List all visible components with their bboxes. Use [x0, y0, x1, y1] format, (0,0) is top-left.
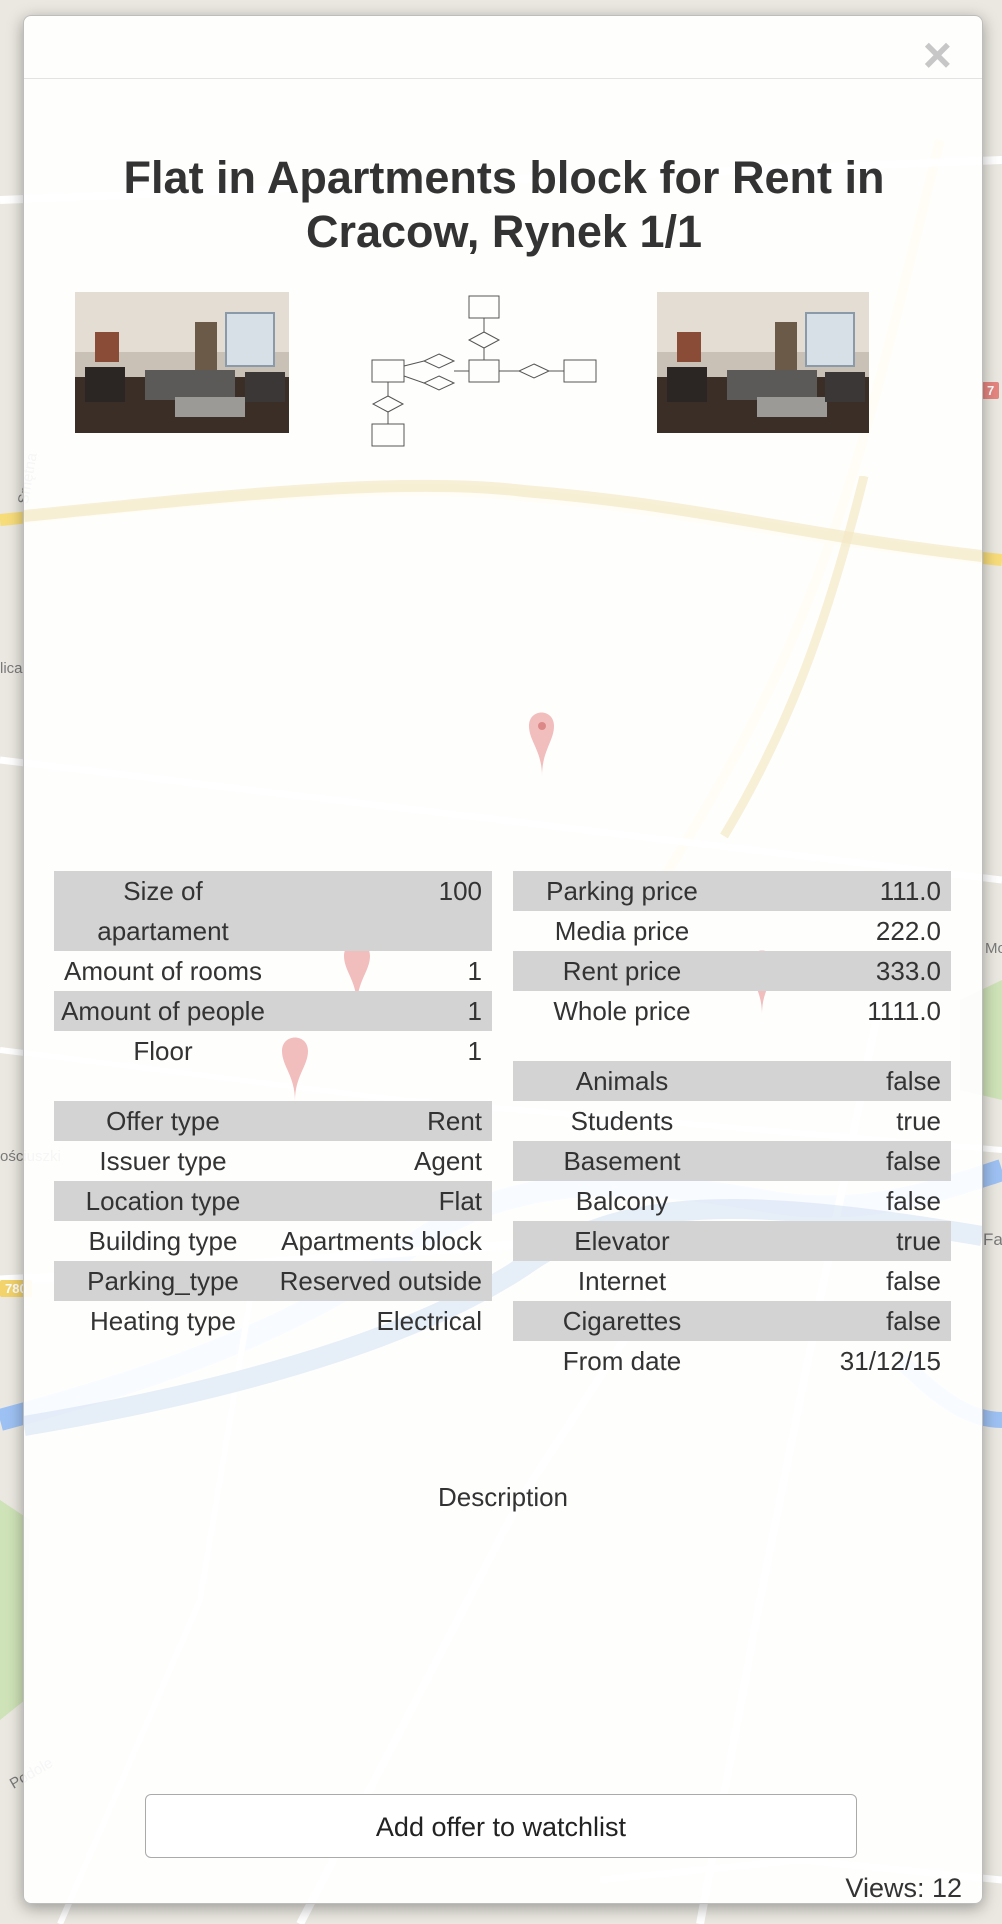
detail-row: Cigarettes false	[513, 1301, 951, 1341]
map-label: Mogilska	[985, 940, 1002, 957]
detail-label: From date	[562, 1346, 682, 1376]
detail-value: Agent	[414, 1146, 482, 1176]
detail-row: Basement false	[513, 1141, 951, 1181]
detail-value: false	[886, 1186, 941, 1216]
detail-label: Amount of people	[54, 991, 272, 1031]
detail-value: 333.0	[731, 951, 951, 991]
detail-value: Apartments block	[281, 1226, 482, 1256]
map-label: lica	[0, 660, 23, 677]
detail-value: 100	[272, 871, 492, 951]
detail-value: Flat	[272, 1181, 492, 1221]
detail-label: Location type	[54, 1181, 272, 1221]
detail-label: Media price	[554, 916, 690, 946]
modal-header: ×	[24, 16, 982, 80]
page-title: Flat in Apartments block for Rent in Cra…	[123, 152, 885, 257]
detail-row: Internet false	[513, 1261, 951, 1301]
detail-label: Size of apartament	[54, 871, 272, 951]
detail-value: 1	[467, 1036, 482, 1066]
detail-value: false	[886, 1266, 941, 1296]
row-spacer-cell	[54, 1071, 492, 1101]
road-number: 7	[982, 382, 1000, 399]
detail-label: Whole price	[553, 996, 691, 1026]
detail-value: 222.0	[875, 916, 941, 946]
details-table-left: Size of apartament 100 Amount of rooms 1 Amo…	[54, 871, 492, 1341]
detail-value: true	[731, 1221, 951, 1261]
detail-row: Heating type Electrical	[54, 1301, 492, 1341]
detail-row: Elevator true	[513, 1221, 951, 1261]
detail-value: true	[896, 1106, 941, 1136]
detail-label: Parking price	[513, 871, 731, 911]
detail-label: Building type	[88, 1226, 238, 1256]
detail-value: Reserved outside	[272, 1261, 492, 1301]
detail-value: 1	[467, 956, 482, 986]
detail-label: Floor	[133, 1036, 193, 1066]
detail-row: Amount of people 1	[54, 991, 492, 1031]
detail-row: Offer type Rent	[54, 1101, 492, 1141]
detail-label: Internet	[577, 1266, 667, 1296]
detail-label: Animals	[513, 1061, 731, 1101]
details-table-right: Parking price 111.0 Media price 222.0 Rent p…	[513, 871, 951, 1381]
detail-value: 1111.0	[867, 996, 941, 1026]
detail-row: Parking price 111.0	[513, 871, 951, 911]
map-pin	[529, 712, 554, 776]
add-to-watchlist-button[interactable]: Add offer to watchlist	[145, 1794, 857, 1858]
detail-label: Elevator	[513, 1221, 731, 1261]
detail-row: Amount of rooms 1	[54, 951, 492, 991]
detail-value: 111.0	[731, 871, 951, 911]
views-count: Views: 12	[845, 1873, 962, 1903]
detail-value: false	[731, 1061, 951, 1101]
offer-photo[interactable]	[75, 292, 289, 433]
description-label: Description	[437, 1482, 569, 1512]
detail-row: Floor 1	[54, 1031, 492, 1071]
floor-plan-diagram[interactable]	[369, 294, 599, 456]
detail-value: Rent	[272, 1101, 492, 1141]
detail-value: false	[731, 1301, 951, 1341]
detail-row: Building type Apartments block	[54, 1221, 492, 1261]
detail-label: Rent price	[513, 951, 731, 991]
offer-details-modal: × Flat in Apartments block for Rent in C…	[23, 15, 983, 1904]
detail-label: Students	[570, 1106, 674, 1136]
detail-label: Offer type	[54, 1101, 272, 1141]
row-spacer	[513, 1031, 951, 1061]
detail-value: 31/12/15	[839, 1346, 941, 1376]
detail-row: Rent price 333.0	[513, 951, 951, 991]
detail-row: Issuer type Agent	[54, 1141, 492, 1181]
detail-label: Basement	[513, 1141, 731, 1181]
detail-value: Electrical	[376, 1306, 482, 1336]
close-icon[interactable]: ×	[923, 30, 952, 80]
detail-row: Media price 222.0	[513, 911, 951, 951]
detail-row: Size of apartament 100	[54, 871, 492, 951]
detail-row: From date 31/12/15	[513, 1341, 951, 1381]
offer-photo[interactable]	[657, 292, 869, 433]
detail-row: Students true	[513, 1101, 951, 1141]
row-spacer-cell	[513, 1031, 951, 1061]
detail-label: Cigarettes	[513, 1301, 731, 1341]
detail-row: Whole price 1111.0	[513, 991, 951, 1031]
detail-label: Heating type	[90, 1306, 236, 1336]
detail-row: Animals false	[513, 1061, 951, 1101]
detail-value: false	[731, 1141, 951, 1181]
detail-row: Balcony false	[513, 1181, 951, 1221]
map-label: Fab	[983, 1230, 1002, 1249]
detail-label: Parking_type	[54, 1261, 272, 1301]
detail-row: Location type Flat	[54, 1181, 492, 1221]
detail-label: Balcony	[575, 1186, 669, 1216]
row-spacer	[54, 1071, 492, 1101]
detail-label: Issuer type	[99, 1146, 227, 1176]
detail-row: Parking_type Reserved outside	[54, 1261, 492, 1301]
detail-label: Amount of rooms	[64, 956, 262, 986]
detail-value: 1	[272, 991, 492, 1031]
